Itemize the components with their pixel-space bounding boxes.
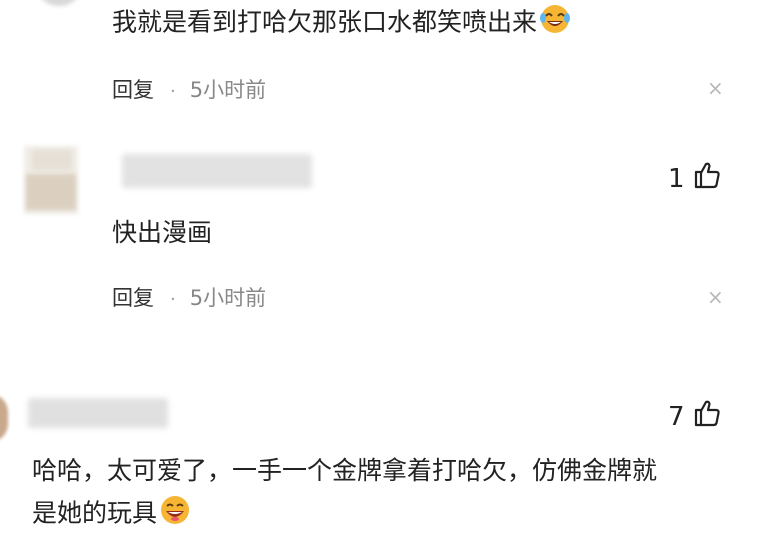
reply-button[interactable]: 回复 <box>112 286 154 310</box>
comment-text-content: 我就是看到打哈欠那张口水都笑喷出来 <box>112 7 538 37</box>
username-blurred[interactable] <box>28 398 168 428</box>
timestamp: 5小时前 <box>189 286 267 310</box>
avatar[interactable] <box>0 394 8 442</box>
username-blurred[interactable] <box>122 154 312 188</box>
comment-text: 快出漫画 <box>112 218 213 247</box>
laughing-tears-emoji-icon <box>539 3 571 44</box>
thumbs-up-icon[interactable] <box>693 160 723 197</box>
reply-button[interactable]: 回复 <box>112 78 154 102</box>
close-icon[interactable]: × <box>707 285 724 309</box>
separator-dot: · <box>170 81 176 102</box>
like-area[interactable]: 7 <box>668 398 723 435</box>
avatar[interactable] <box>38 0 80 6</box>
timestamp: 5小时前 <box>189 78 267 102</box>
comment-text-content: 是她的玩具 <box>32 498 158 528</box>
like-area[interactable]: 1 <box>668 160 723 197</box>
avatar[interactable] <box>24 146 78 214</box>
separator-dot: · <box>170 289 176 310</box>
close-icon[interactable]: × <box>707 76 724 100</box>
like-count: 7 <box>668 401 685 432</box>
like-count: 1 <box>668 163 685 194</box>
comment-text-line-2: 是她的玩具 <box>32 494 191 535</box>
thumbs-up-icon[interactable] <box>693 398 723 435</box>
grinning-face-emoji-icon <box>159 494 191 535</box>
comment-text: 我就是看到打哈欠那张口水都笑喷出来 <box>112 3 571 44</box>
comment-meta: 回复 · 5小时前 <box>112 74 266 104</box>
comment-text-line-1: 哈哈，太可爱了，一手一个金牌拿着打哈欠，仿佛金牌就 <box>32 456 658 485</box>
comment-meta: 回复 · 5小时前 <box>112 282 266 312</box>
